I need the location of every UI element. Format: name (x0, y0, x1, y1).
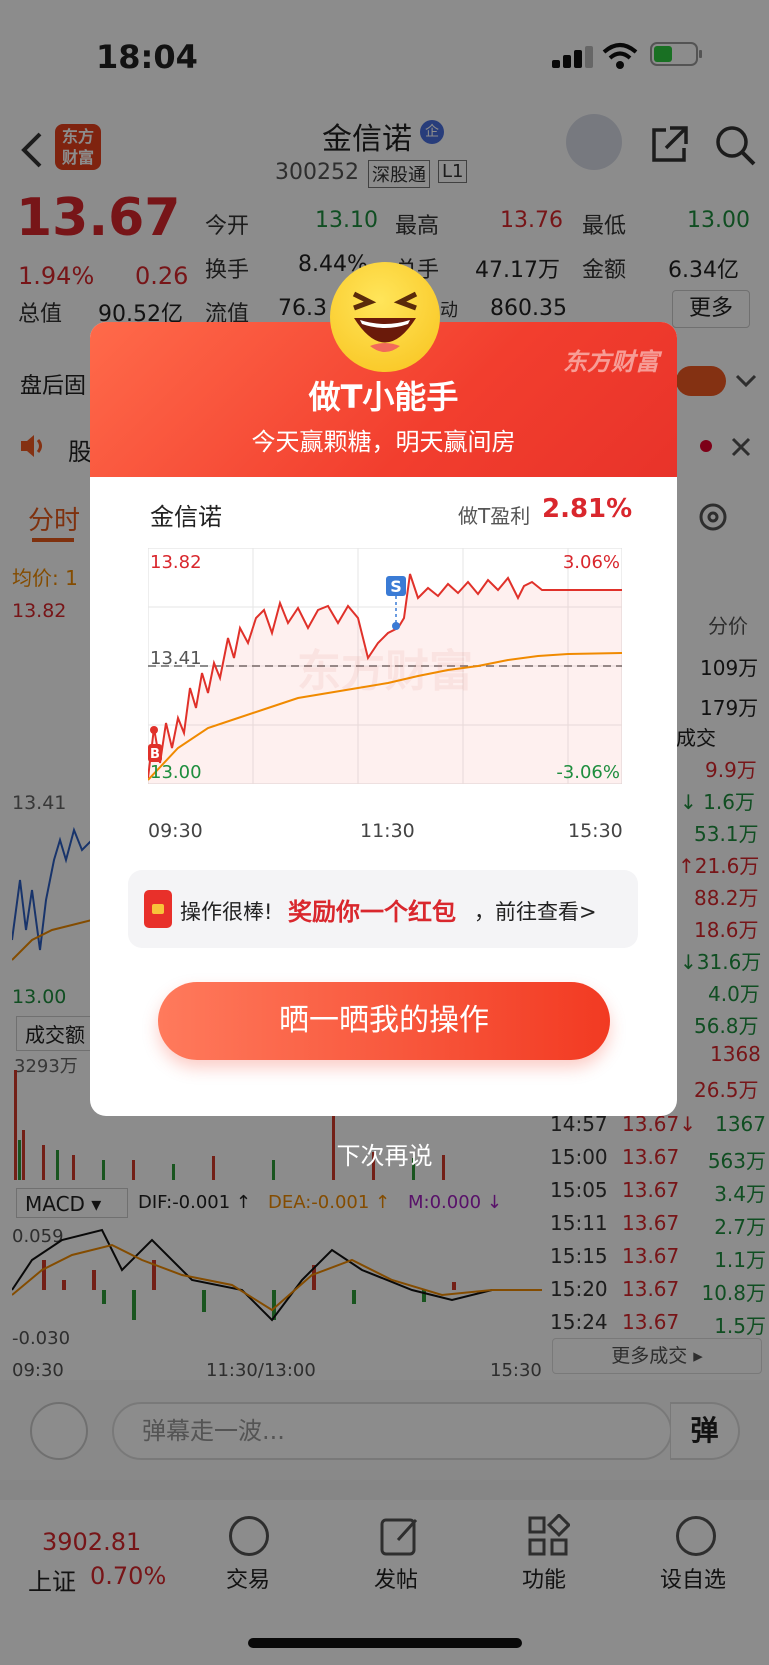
chart-price-mid: 13.41 (150, 648, 202, 669)
modal-subtitle: 今天赢颗糖，明天赢间房 (251, 428, 516, 456)
trading-reward-modal: 东方财富 做T小能手 今天赢颗糖，明天赢间房 金信诺 做T盈利 2.81% 东方… (90, 322, 677, 1116)
intraday-chart: 东方财富 S B 13.82 13.41 13.00 3.06% -3.06% (148, 548, 622, 784)
chart-pct-bottom: -3.06% (556, 762, 620, 783)
dismiss-link[interactable]: 下次再说 (0, 1136, 769, 1171)
red-packet-text-3: ，前往查看> (474, 900, 597, 924)
chart-pct-top: 3.06% (563, 552, 620, 573)
chart-time-end: 15:30 (568, 820, 623, 842)
sell-marker-label: S (390, 577, 402, 596)
red-packet-text-2: 奖励你一个红包 (288, 898, 456, 926)
red-packet-text-1: 操作很棒! (180, 900, 273, 924)
chart-price-bottom: 13.00 (150, 762, 202, 783)
chart-time-mid: 11:30 (360, 820, 415, 842)
buy-marker-label: B (150, 747, 160, 762)
modal-title: 做T小能手 (308, 378, 459, 416)
profit-label: 做T盈利 (458, 504, 531, 528)
red-packet-icon (144, 890, 172, 928)
chart-price-top: 13.82 (150, 552, 202, 573)
modal-stock-name: 金信诺 (150, 503, 222, 531)
laughing-emoji-icon (330, 262, 440, 372)
share-operation-button[interactable]: 晒一晒我的操作 (158, 982, 610, 1060)
chart-time-start: 09:30 (148, 820, 203, 842)
red-packet-banner[interactable]: 操作很棒! 奖励你一个红包 ，前往查看> (128, 870, 638, 948)
profit-value: 2.81% (542, 494, 633, 524)
